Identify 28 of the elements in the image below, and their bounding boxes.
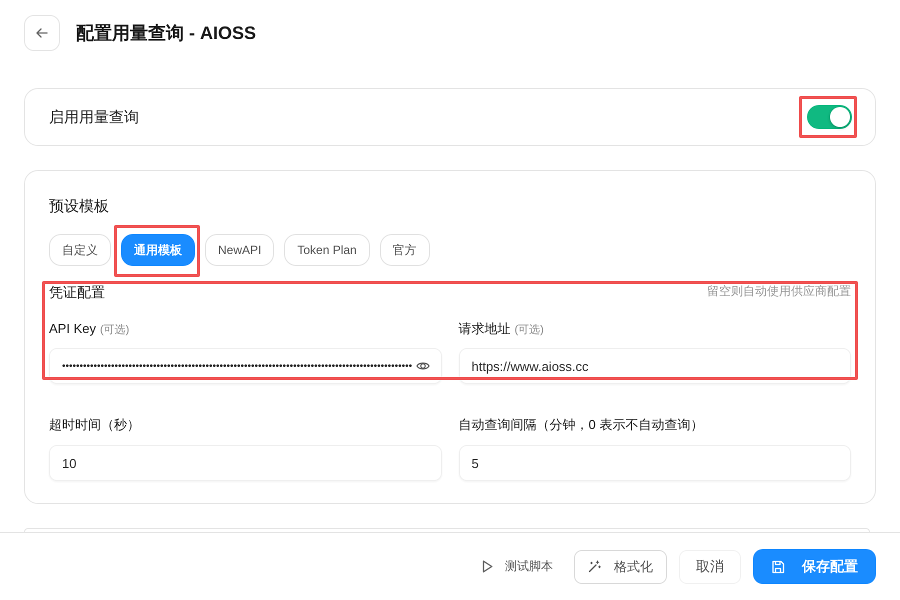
text-field[interactable]: 10 [49,445,442,481]
field-label: 请求地址 [458,320,510,338]
arrow-left-icon [36,28,48,38]
optional-note: (可选) [100,323,130,338]
field-label: API Key [49,320,96,338]
format-button[interactable]: 格式化 [574,550,667,584]
back-button[interactable] [24,15,60,51]
template-tab[interactable]: NewAPI [205,234,274,266]
template-tab[interactable]: 官方 [380,234,430,266]
template-tab[interactable]: 自定义 [49,234,111,266]
field-label: 超时时间（秒） [49,416,140,434]
template-tab[interactable]: Token Plan [284,234,370,266]
section-title: 凭证配置 [49,284,105,302]
eye-icon [416,360,430,372]
optional-note: (可选) [514,323,544,338]
magic-wand-icon [588,560,601,573]
save-icon [771,560,785,574]
password-field[interactable]: •••••••••••••••••••••••••••••••••••••••••••••••••••••••••••••••••••••••••••••••••••••••••••••••••••• [49,348,442,384]
text-field[interactable]: 5 [458,445,851,481]
text-field[interactable]: https://www.aioss.cc [458,348,851,384]
play-icon [482,560,493,573]
cancel-button[interactable]: 取消 [679,550,741,584]
hint-text: 留空则自动使用供应商配置 [707,282,851,300]
toggle-switch[interactable] [807,105,852,129]
page-title: 配置用量查询 - AIOSS [76,22,256,45]
field-label: 自动查询间隔（分钟，0 表示不自动查询） [458,416,704,434]
section-title: 预设模板 [49,197,110,217]
setting-label: 启用用量查询 [49,108,139,126]
